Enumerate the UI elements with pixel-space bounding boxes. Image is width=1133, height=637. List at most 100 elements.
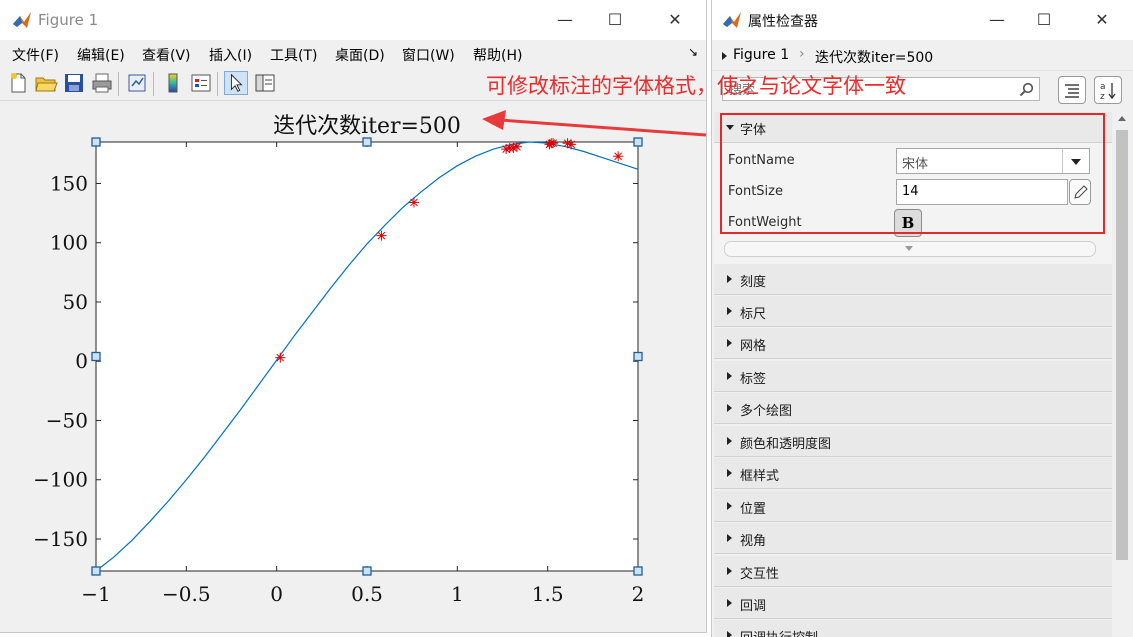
expand-triangle-icon: [727, 567, 732, 575]
section-label: 字体: [740, 123, 767, 138]
x-tick-label: 1: [451, 582, 464, 606]
y-tick-label: −150: [33, 527, 88, 551]
scroll-thumb[interactable]: [1116, 130, 1128, 560]
selection-handle[interactable]: [633, 137, 643, 147]
x-tick-label: −0.5: [162, 582, 211, 606]
insert-legend-icon[interactable]: [189, 71, 213, 95]
link-plot-icon[interactable]: [125, 71, 149, 95]
section-header-multiple-plots[interactable]: 多个绘图: [714, 393, 1112, 424]
search-icon[interactable]: [1019, 82, 1034, 97]
minimize-button[interactable]: —: [542, 0, 588, 40]
section-header-viewing-angle[interactable]: 视角: [714, 523, 1112, 554]
section-label: 标签: [740, 372, 767, 387]
breadcrumb-current[interactable]: 迭代次数iter=500: [815, 47, 933, 67]
menu-insert[interactable]: 插入(I): [209, 45, 252, 65]
expand-more-icon: [905, 246, 913, 251]
expand-triangle-icon: [727, 631, 732, 637]
section-header-position[interactable]: 位置: [714, 491, 1112, 522]
toolbar-separator: [118, 72, 119, 96]
chart-canvas: 迭代次数iter=500 −1 −0.5 0 0.5 1 1.5 2 −150 −100 −50 0 5…: [33, 114, 644, 606]
x-tick-label: 0: [270, 582, 283, 606]
data-marker: [613, 151, 624, 162]
breadcrumb: Figure 1 › 迭代次数iter=500: [712, 42, 1133, 71]
expand-triangle-icon: [727, 502, 732, 510]
x-tick-label: 1.5: [532, 582, 564, 606]
y-tick-label: 100: [50, 231, 88, 255]
section-label: 框样式: [740, 469, 780, 484]
insert-colorbar-icon[interactable]: [161, 71, 185, 95]
dropdown-button[interactable]: [1062, 149, 1089, 173]
new-figure-icon[interactable]: [6, 71, 30, 95]
collapse-triangle-icon: [726, 125, 734, 130]
fontsize-label: FontSize: [728, 184, 783, 199]
section-header-font[interactable]: 字体: [714, 112, 1112, 143]
menu-help[interactable]: 帮助(H): [473, 45, 522, 65]
matlab-logo-icon: [13, 12, 31, 28]
font-section-body: FontName 宋体 FontSize 14 FontWeight B: [714, 143, 1112, 265]
svg-text:a: a: [1100, 82, 1106, 92]
minimize-button[interactable]: —: [974, 0, 1020, 40]
property-inspector-icon[interactable]: [253, 71, 277, 95]
y-tick-label: 50: [63, 290, 88, 314]
menu-desktop[interactable]: 桌面(D): [335, 45, 385, 65]
section-header-ticks[interactable]: 刻度: [714, 264, 1112, 295]
inspector-window-title: 属性检查器: [748, 14, 818, 30]
maximize-button[interactable]: ☐: [1021, 0, 1067, 40]
breadcrumb-chevron-icon: ›: [799, 46, 805, 62]
menu-view[interactable]: 查看(V): [142, 45, 191, 65]
edit-plot-arrow-icon[interactable]: [224, 71, 248, 95]
section-header-rulers[interactable]: 标尺: [714, 296, 1112, 327]
group-view-button[interactable]: [1058, 76, 1086, 104]
section-label: 多个绘图: [740, 404, 793, 419]
x-tick-label: 0.5: [351, 582, 383, 606]
selection-handle[interactable]: [91, 137, 101, 147]
maximize-button[interactable]: ☐: [592, 0, 638, 40]
fontname-value: 宋体: [902, 157, 929, 172]
close-button[interactable]: ✕: [1079, 0, 1125, 40]
breadcrumb-expand-icon[interactable]: [722, 52, 727, 60]
fontsize-value: 14: [902, 184, 919, 199]
section-label: 视角: [740, 534, 767, 549]
selection-handle[interactable]: [633, 351, 643, 362]
section-label: 颜色和透明度图: [740, 437, 832, 452]
print-icon[interactable]: [90, 71, 114, 95]
more-properties-expander[interactable]: [724, 241, 1096, 257]
section-header-interactivity[interactable]: 交互性: [714, 556, 1112, 587]
selection-handle[interactable]: [91, 566, 101, 576]
open-file-icon[interactable]: [34, 71, 58, 95]
selection-handle[interactable]: [91, 351, 101, 362]
menu-bar: 文件(F) 编辑(E) 查看(V) 插入(I) 工具(T) 桌面(D) 窗口(W…: [0, 40, 706, 66]
fontsize-field[interactable]: 14: [896, 179, 1068, 205]
section-header-color-alphamap[interactable]: 颜色和透明度图: [714, 426, 1112, 457]
section-header-callbacks[interactable]: 回调: [714, 588, 1112, 619]
expand-triangle-icon: [727, 404, 732, 412]
close-button[interactable]: ✕: [652, 0, 698, 40]
x-tick-label: −1: [81, 582, 110, 606]
fontname-dropdown[interactable]: 宋体: [896, 148, 1090, 174]
breadcrumb-root[interactable]: Figure 1: [733, 47, 789, 63]
sort-az-button[interactable]: a z: [1094, 76, 1122, 104]
menu-file[interactable]: 文件(F): [12, 45, 59, 65]
menu-tools[interactable]: 工具(T): [270, 45, 317, 65]
inspector-titlebar: 属性检查器 — ☐ ✕: [712, 0, 1133, 40]
selection-handle[interactable]: [362, 137, 372, 147]
section-label: 回调执行控制: [740, 627, 818, 637]
section-header-box-styling[interactable]: 框样式: [714, 458, 1112, 489]
section-label: 刻度: [740, 275, 767, 290]
fontsize-edit-button[interactable]: [1069, 179, 1091, 205]
selection-handle[interactable]: [362, 566, 372, 576]
inspector-scrollbar[interactable]: [1112, 112, 1132, 632]
undock-arrow-icon[interactable]: ↘: [688, 45, 698, 59]
section-header-labels[interactable]: 标签: [714, 361, 1112, 392]
annotation-text: 可修改标注的字体格式，使之与论文字体一致: [486, 74, 906, 98]
menu-edit[interactable]: 编辑(E): [77, 45, 125, 65]
fontweight-bold-toggle[interactable]: B: [894, 209, 922, 237]
section-header-callback-execution[interactable]: 回调执行控制: [714, 620, 1112, 637]
scroll-up-icon[interactable]: [1118, 116, 1126, 121]
section-header-grids[interactable]: 网格: [714, 328, 1112, 359]
expand-triangle-icon: [727, 599, 732, 607]
save-icon[interactable]: [62, 71, 86, 95]
menu-window[interactable]: 窗口(W): [402, 45, 455, 65]
section-label: 网格: [740, 339, 767, 354]
selection-handle[interactable]: [633, 566, 643, 576]
